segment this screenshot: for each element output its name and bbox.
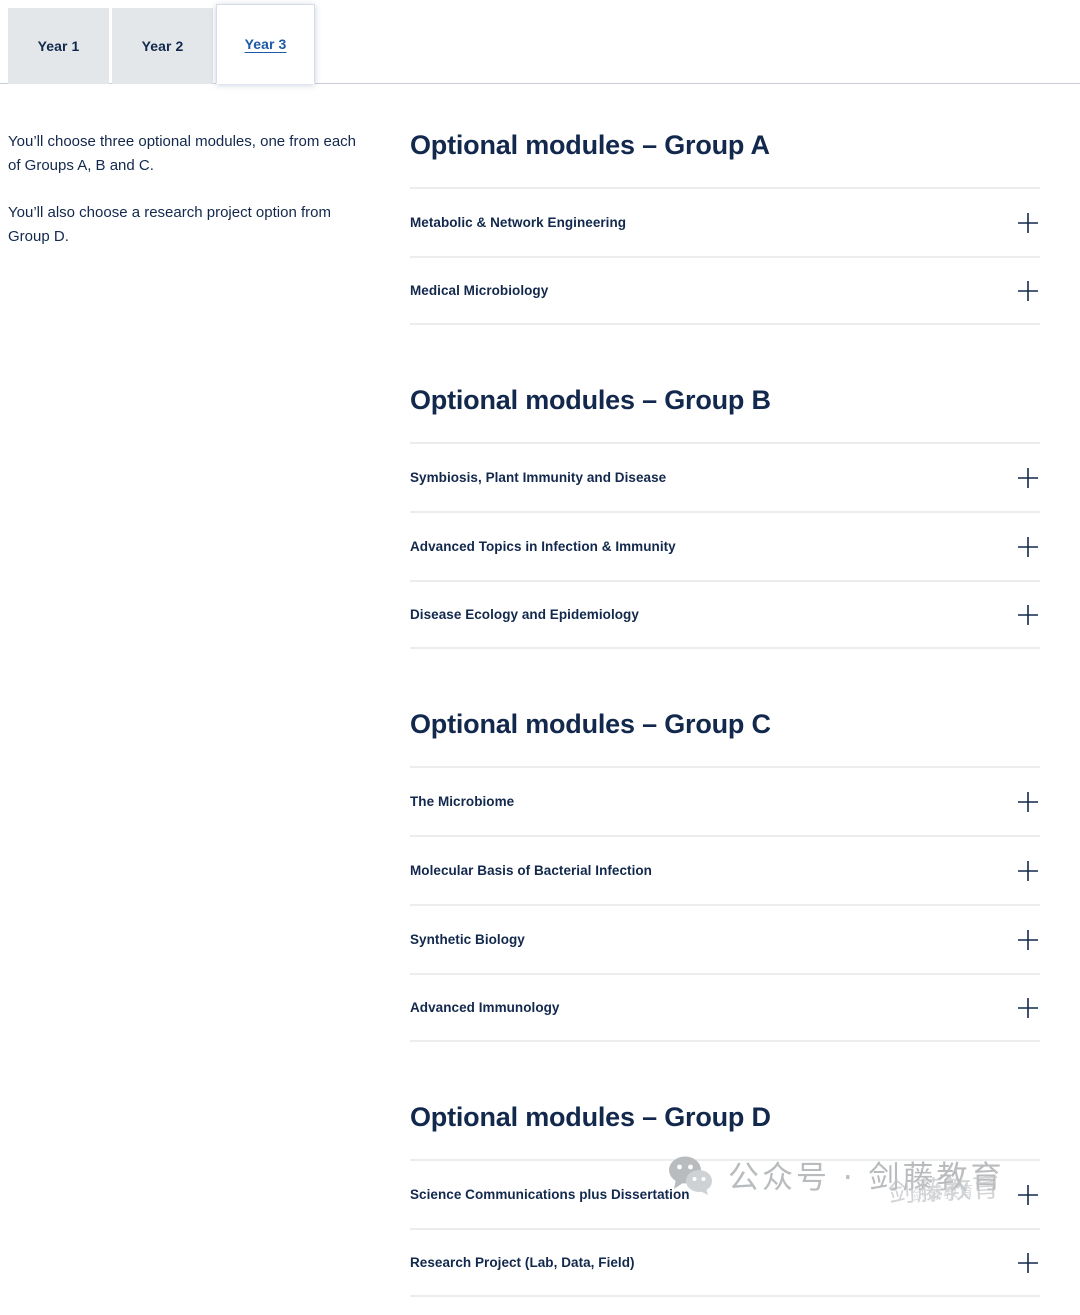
plus-icon[interactable] [1017, 604, 1039, 626]
accordion-item-label: Science Communications plus Dissertation [410, 1187, 690, 1202]
tab-label: Year 2 [141, 38, 184, 54]
accordion-item[interactable]: Symbiosis, Plant Immunity and Disease [410, 442, 1040, 511]
plus-icon[interactable] [1017, 1184, 1039, 1206]
accordion-item-label: Advanced Topics in Infection & Immunity [410, 539, 676, 554]
accordion-item[interactable]: Synthetic Biology [410, 904, 1040, 973]
plus-icon[interactable] [1017, 467, 1039, 489]
tab-label: Year 3 [244, 36, 287, 52]
year-tab-bar: Year 1 Year 2 Year 3 [0, 0, 1080, 84]
accordion-item-label: The Microbiome [410, 794, 515, 809]
accordion-item[interactable]: Research Project (Lab, Data, Field) [410, 1228, 1040, 1297]
plus-icon[interactable] [1017, 997, 1039, 1019]
plus-icon[interactable] [1017, 791, 1039, 813]
module-group: Optional modules – Group B Symbiosis, Pla… [410, 385, 1040, 649]
plus-icon[interactable] [1017, 929, 1039, 951]
accordion-item-label: Research Project (Lab, Data, Field) [410, 1255, 635, 1270]
page-body: You’ll choose three optional modules, on… [0, 84, 1080, 1315]
accordion-item-label: Symbiosis, Plant Immunity and Disease [410, 470, 667, 485]
accordion-item-label: Advanced Immunology [410, 1000, 560, 1015]
module-group: Optional modules – Group D Science Commun… [410, 1102, 1040, 1297]
accordion-item-label: Medical Microbiology [410, 283, 549, 298]
accordion-item-label: Disease Ecology and Epidemiology [410, 607, 639, 622]
intro-paragraph-1: You’ll choose three optional modules, on… [8, 133, 357, 175]
tab-year-1[interactable]: Year 1 [8, 8, 109, 84]
accordion-item[interactable]: Advanced Topics in Infection & Immunity [410, 511, 1040, 580]
accordion-item[interactable]: The Microbiome [410, 766, 1040, 835]
plus-icon[interactable] [1017, 1252, 1039, 1274]
accordion-item[interactable]: Metabolic & Network Engineering [410, 187, 1040, 256]
group-title: Optional modules – Group D [410, 1102, 771, 1132]
group-title: Optional modules – Group C [410, 709, 771, 739]
plus-icon[interactable] [1017, 536, 1039, 558]
intro-paragraph-2: You’ll also choose a research project op… [8, 203, 331, 245]
accordion-item[interactable]: Molecular Basis of Bacterial Infection [410, 835, 1040, 904]
tab-label: Year 1 [37, 38, 80, 54]
group-title: Optional modules – Group B [410, 385, 771, 415]
accordion-item[interactable]: Medical Microbiology [410, 256, 1040, 325]
plus-icon[interactable] [1017, 212, 1039, 234]
plus-icon[interactable] [1017, 860, 1039, 882]
module-group: Optional modules – Group A Metabolic & Ne… [410, 130, 1040, 325]
accordion-item[interactable]: Advanced Immunology [410, 973, 1040, 1042]
group-title: Optional modules – Group A [410, 130, 770, 160]
tab-year-2[interactable]: Year 2 [112, 8, 213, 84]
accordion-item-label: Synthetic Biology [410, 932, 525, 947]
module-groups: Optional modules – Group A Metabolic & Ne… [410, 130, 1080, 1315]
accordion-item-label: Metabolic & Network Engineering [410, 215, 627, 230]
accordion-item[interactable]: Science Communications plus Dissertation [410, 1159, 1040, 1228]
accordion-item[interactable]: Disease Ecology and Epidemiology [410, 580, 1040, 649]
plus-icon[interactable] [1017, 280, 1039, 302]
intro-column: You’ll choose three optional modules, on… [0, 130, 410, 1315]
tab-year-3[interactable]: Year 3 [216, 4, 315, 84]
accordion-item-label: Molecular Basis of Bacterial Infection [410, 863, 652, 878]
module-group: Optional modules – Group C The Microbiome… [410, 709, 1040, 1042]
